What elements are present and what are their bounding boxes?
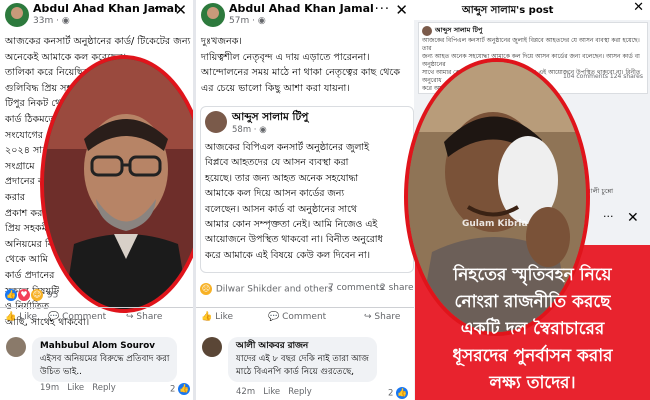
comment-like-button[interactable]: Like [67, 383, 84, 393]
avatar [422, 26, 432, 36]
share-icon: ↪ [364, 312, 372, 322]
more-options-icon[interactable]: ··· [375, 2, 390, 17]
post-time[interactable]: 57m · ◉ [229, 16, 266, 26]
reaction-summary[interactable]: ☹ Dilwar Shikder and others [200, 283, 333, 295]
post-text: দুঃখজনক। দায়িত্বশীল নেতৃবৃন্দ এ দায় এড… [201, 36, 401, 94]
avatar[interactable] [6, 337, 26, 357]
more-options-icon[interactable]: ··· [603, 210, 614, 223]
comment-author[interactable]: Mahbubul Alom Sourov [40, 341, 155, 351]
globe-icon: ◉ [61, 16, 70, 26]
more-options-icon[interactable]: ··· [154, 2, 169, 17]
close-icon[interactable]: ✕ [395, 1, 408, 19]
close-icon[interactable]: ✕ [174, 1, 187, 19]
comment-reacts[interactable]: 2 👍 [170, 383, 191, 395]
share-button[interactable]: ↪ Share [364, 312, 400, 322]
banner-text: নিহতের স্মৃতিবহন নিয়ে নোংরা রাজনীতি করছ… [452, 265, 613, 393]
close-icon[interactable]: ✕ [627, 210, 639, 226]
like-button[interactable]: 👍 Like [201, 312, 233, 322]
reaction-summary[interactable]: 👍 ♥ ☺ 95 [5, 289, 58, 301]
avatar[interactable] [5, 3, 29, 27]
avatar[interactable] [202, 337, 222, 357]
comment-text: এইসব অনিয়মের বিরুদ্ধে প্রতিবাদ করা উচিত… [40, 354, 170, 377]
care-reaction-icon: ☺ [31, 289, 43, 301]
like-reaction-icon: 👍 [5, 289, 17, 301]
comment-bubble: Mahbubul Alom Sourov এইসব অনিয়মের বিরুদ… [32, 337, 178, 382]
comment-author[interactable]: আলী আকবর রাজন [236, 341, 308, 351]
globe-icon: ◉ [259, 125, 267, 135]
avatar[interactable] [205, 111, 227, 133]
comment-reply-button[interactable]: Reply [92, 383, 116, 393]
sad-reaction-icon: ☹ [200, 283, 212, 295]
comments-count[interactable]: 7 comments [328, 283, 384, 293]
share-icon: ↪ [126, 312, 134, 322]
post-actions: 👍 Like 💬 Comment ↪ Share [196, 307, 414, 328]
comment-reply-button[interactable]: Reply [288, 387, 312, 397]
comment-reacts[interactable]: 2 👍 [388, 387, 409, 399]
shared-text: আজকের বিপিএল কনসার্ট অনুষ্ঠানের জুলাই বি… [205, 142, 383, 261]
comment-button[interactable]: 💬 Comment [48, 312, 106, 322]
like-reaction-icon: 👍 [396, 387, 409, 399]
post-header: Abdul Ahad Khan Jamal 57m · ◉ ··· ✕ [196, 0, 414, 34]
love-reaction-icon: ♥ [18, 289, 30, 301]
thumbs-up-icon: 👍 [5, 312, 17, 322]
modal-title: আব্দুস সালাম's post [462, 5, 554, 16]
comment-bubble: আলী আকবর রাজন যাদের এই ৮ বছর দেকি নাই তা… [228, 337, 377, 382]
shared-post[interactable]: আব্দুস সালাম টিপু 58m · ◉ আজকের বিপিএল ক… [200, 106, 414, 273]
share-button[interactable]: ↪ Share [126, 312, 162, 322]
comment-icon: 💬 [48, 312, 60, 322]
comment-like-button[interactable]: Like [263, 387, 280, 397]
comment-text: যাদের এই ৮ বছর দেকি নাই তারা আজ মাঠে বিএ… [236, 354, 369, 377]
screenshot-author: আব্দুস সালাম টিপু [435, 26, 483, 34]
like-reaction-icon: 👍 [178, 383, 191, 395]
post-panel-2: Abdul Ahad Khan Jamal 57m · ◉ ··· ✕ দুঃখ… [196, 0, 414, 400]
globe-icon: ◉ [257, 16, 266, 26]
close-icon[interactable]: ✕ [633, 0, 644, 15]
post-time[interactable]: 33m · ◉ [33, 16, 70, 26]
comment: আলী আকবর রাজন যাদের এই ৮ বছর দেকি নাই তা… [202, 337, 410, 399]
like-button[interactable]: 👍 Like [5, 312, 37, 322]
shared-time[interactable]: 58m · ◉ [232, 125, 267, 135]
comment-icon: 💬 [268, 312, 280, 322]
comment-meta: 19m Like Reply [40, 383, 116, 393]
post-header: Abdul Ahad Khan Jamal 33m · ◉ ··· ✕ [0, 0, 193, 34]
post-actions: 👍 Like 💬 Comment ↪ Share [0, 307, 193, 328]
man-portrait-image [44, 59, 193, 309]
comment-meta: 42m Like Reply [236, 387, 312, 397]
comment-button[interactable]: 💬 Comment [268, 312, 326, 322]
post-panel-1: Abdul Ahad Khan Jamal 33m · ◉ ··· ✕ আজকে… [0, 0, 193, 400]
comment: Mahbubul Alom Sourov এইসব অনিয়মের বিরুদ… [6, 337, 191, 397]
commenter-name[interactable]: Gulam Kibria [462, 219, 528, 229]
avatar[interactable] [201, 3, 225, 27]
shares-count[interactable]: 2 shares [380, 283, 414, 293]
post-modal-header: আব্দুস সালাম's post ✕ [414, 0, 650, 20]
screenshot-stats: 104 comments 124 shares [562, 73, 643, 80]
thumbs-up-icon: 👍 [201, 312, 213, 322]
post-author[interactable]: Abdul Ahad Khan Jamal [229, 2, 374, 15]
